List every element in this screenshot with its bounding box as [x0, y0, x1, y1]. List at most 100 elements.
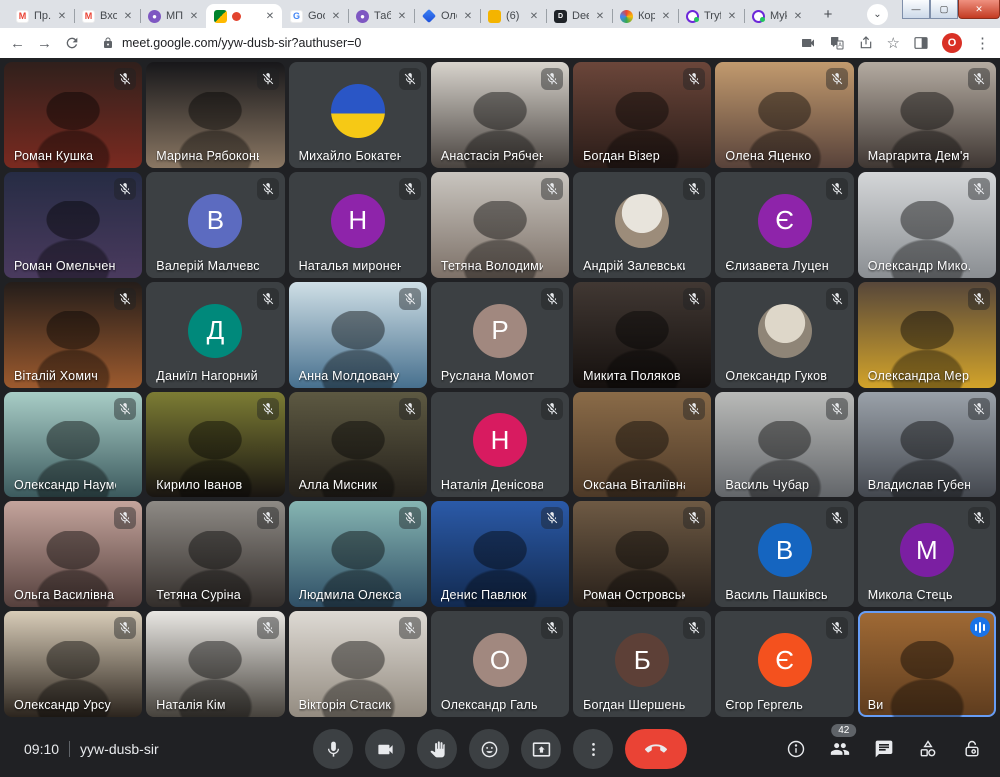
participant-tile[interactable]: ВВалерій Малчевс...: [146, 172, 284, 278]
translate-icon[interactable]: A: [829, 35, 845, 51]
close-window-button[interactable]: ✕: [958, 0, 1000, 19]
browser-tab[interactable]: MПр...✕: [8, 4, 74, 28]
browser-tab[interactable]: Оле...✕: [414, 4, 480, 28]
browser-tab[interactable]: MВхо...✕: [74, 4, 140, 28]
tab-close-icon[interactable]: ✕: [528, 11, 540, 22]
profile-avatar[interactable]: O: [942, 33, 962, 53]
tab-close-icon[interactable]: ✕: [264, 11, 276, 22]
present-button[interactable]: [521, 729, 561, 769]
participant-tile[interactable]: Тетяна Володими...: [431, 172, 569, 278]
tab-close-icon[interactable]: ✕: [726, 11, 738, 22]
browser-tab[interactable]: (6) М...✕: [480, 4, 546, 28]
participant-tile[interactable]: Роман Омельченко: [4, 172, 142, 278]
participant-tile[interactable]: Кирило Іванов: [146, 392, 284, 498]
chat-button[interactable]: [874, 739, 894, 759]
participant-tile[interactable]: Денис Павлюк: [431, 501, 569, 607]
participants-button[interactable]: 42: [830, 739, 850, 759]
reload-icon[interactable]: [64, 35, 80, 51]
participant-tile[interactable]: Олександр Урсу: [4, 611, 142, 717]
participant-tile[interactable]: Наталія Кім: [146, 611, 284, 717]
address-bar[interactable]: meet.google.com/yyw-dusb-sir?authuser=0: [92, 31, 788, 55]
end-call-button[interactable]: [625, 729, 687, 769]
participant-tile[interactable]: ММикола Стець: [858, 501, 996, 607]
participant-tile[interactable]: Роман Кушка: [4, 62, 142, 168]
camera-access-icon[interactable]: [800, 35, 816, 51]
browser-tab[interactable]: ✕: [206, 4, 282, 28]
mic-button[interactable]: [313, 729, 353, 769]
participant-tile[interactable]: Віталій Хомич: [4, 282, 142, 388]
participant-tile[interactable]: ЄЄлизавета Луцен...: [715, 172, 853, 278]
participant-tile[interactable]: Оксана Віталіївна...: [573, 392, 711, 498]
browser-tab[interactable]: GGoo...✕: [282, 4, 348, 28]
participant-tile[interactable]: ДДаниїл Нагорний: [146, 282, 284, 388]
participant-tile[interactable]: Олександра Мер...: [858, 282, 996, 388]
new-tab-button[interactable]: +: [816, 2, 840, 26]
participant-tile[interactable]: ЄЄгор Гергель: [715, 611, 853, 717]
tab-close-icon[interactable]: ✕: [122, 11, 134, 22]
browser-tab[interactable]: Кор...✕: [612, 4, 678, 28]
browser-tab[interactable]: DDee...✕: [546, 4, 612, 28]
browser-menu-icon[interactable]: ⋮: [975, 36, 990, 51]
tab-close-icon[interactable]: ✕: [396, 11, 408, 22]
back-icon[interactable]: ←: [10, 36, 25, 51]
self-view-tile[interactable]: Ви: [858, 611, 996, 717]
host-controls-button[interactable]: [962, 739, 982, 759]
participant-tile[interactable]: Людмила Олекса...: [289, 501, 427, 607]
participant-tile[interactable]: Роман Островськ...: [573, 501, 711, 607]
side-panel-icon[interactable]: [913, 35, 929, 51]
raise-hand-button[interactable]: [417, 729, 457, 769]
browser-tab[interactable]: ●МП...✕: [140, 4, 206, 28]
participant-tile[interactable]: Анастасія Рябчен...: [431, 62, 569, 168]
participant-tile[interactable]: Олександр Гукович: [715, 282, 853, 388]
participant-tile[interactable]: Марина Рябоконь: [146, 62, 284, 168]
bookmark-star-icon[interactable]: ☆: [887, 36, 900, 51]
browser-tab[interactable]: Myk...✕: [744, 4, 810, 28]
reactions-button[interactable]: [469, 729, 509, 769]
maximize-button[interactable]: ▢: [930, 0, 958, 19]
mic-off-icon: [114, 617, 136, 639]
mic-off-icon: [826, 178, 848, 200]
browser-tab[interactable]: ●Табе...✕: [348, 4, 414, 28]
participant-tile[interactable]: Олександр Науме...: [4, 392, 142, 498]
participant-tile[interactable]: Василь Чубар: [715, 392, 853, 498]
participant-tile[interactable]: Микита Поляков: [573, 282, 711, 388]
mic-off-icon: [114, 398, 136, 420]
participant-tile[interactable]: ББогдан Шершень: [573, 611, 711, 717]
participant-tile[interactable]: Богдан Візер: [573, 62, 711, 168]
minimize-button[interactable]: —: [902, 0, 930, 19]
tab-close-icon[interactable]: ✕: [462, 11, 474, 22]
participant-tile[interactable]: РРуслана Момот: [431, 282, 569, 388]
participant-tile[interactable]: ННаталія Денісова: [431, 392, 569, 498]
activities-button[interactable]: [918, 739, 938, 759]
camera-button[interactable]: [365, 729, 405, 769]
meeting-details-button[interactable]: [786, 739, 806, 759]
participant-tile[interactable]: Владислав Губенко: [858, 392, 996, 498]
mic-off-icon: [541, 288, 563, 310]
participant-tile[interactable]: Андрій Залевський: [573, 172, 711, 278]
participant-tile[interactable]: Алла Мисник: [289, 392, 427, 498]
participant-tile[interactable]: ВВасиль Пашківськ...: [715, 501, 853, 607]
participant-name: Алла Мисник: [299, 478, 401, 492]
tab-close-icon[interactable]: ✕: [660, 11, 672, 22]
participant-tile[interactable]: Олена Яценко: [715, 62, 853, 168]
participant-tile[interactable]: Михайло Бокатен...: [289, 62, 427, 168]
participant-tile[interactable]: Анна Молдовану: [289, 282, 427, 388]
tab-close-icon[interactable]: ✕: [56, 11, 68, 22]
tab-search-chevron-icon[interactable]: ⌄: [867, 4, 888, 25]
more-options-button[interactable]: [573, 729, 613, 769]
participant-tile[interactable]: Олександр Мико...: [858, 172, 996, 278]
participant-tile[interactable]: Маргарита Дем'я...: [858, 62, 996, 168]
forward-icon[interactable]: →: [37, 36, 52, 51]
tab-close-icon[interactable]: ✕: [330, 11, 342, 22]
tab-close-icon[interactable]: ✕: [594, 11, 606, 22]
participant-tile[interactable]: Тетяна Суріна: [146, 501, 284, 607]
share-icon[interactable]: [858, 35, 874, 51]
tab-close-icon[interactable]: ✕: [792, 11, 804, 22]
end-call-icon: [645, 738, 667, 760]
browser-tab[interactable]: Tryf...✕: [678, 4, 744, 28]
participant-tile[interactable]: ООлександр Галь: [431, 611, 569, 717]
participant-tile[interactable]: Ольга Василівна ...: [4, 501, 142, 607]
participant-tile[interactable]: Вікторія Стасик: [289, 611, 427, 717]
tab-close-icon[interactable]: ✕: [188, 11, 200, 22]
participant-tile[interactable]: ННаталья миронен...: [289, 172, 427, 278]
